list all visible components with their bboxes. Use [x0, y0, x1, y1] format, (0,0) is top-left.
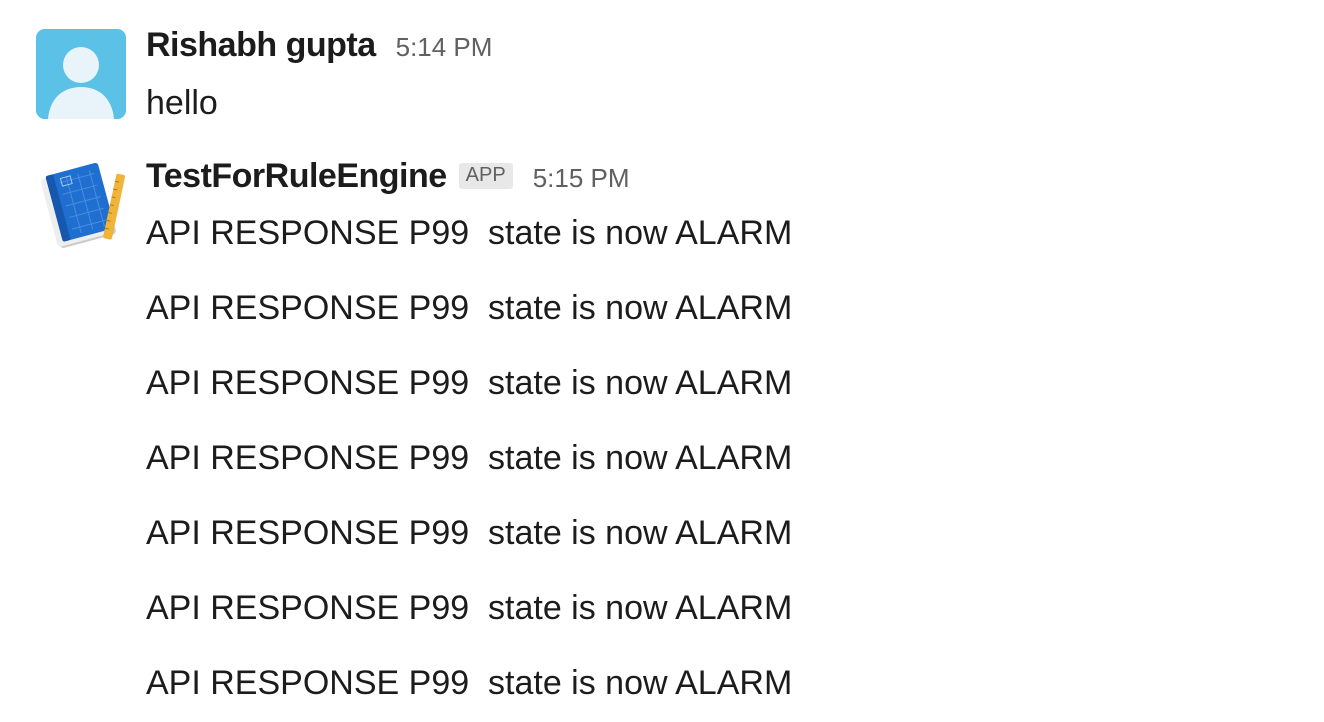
message-text: API RESPONSE P99 state is now ALARM: [146, 439, 793, 477]
blueprint-book-icon: [40, 162, 126, 248]
message-text: API RESPONSE P99 state is now ALARM: [146, 589, 793, 627]
app-badge: APP: [458, 163, 513, 189]
message-text: API RESPONSE P99 state is now ALARM: [146, 289, 793, 327]
message-text: API RESPONSE P99 state is now ALARM: [146, 514, 793, 552]
message-header: TestForRuleEngine APP 5:15 PM: [146, 157, 630, 196]
message-text: API RESPONSE P99 state is now ALARM: [146, 664, 793, 702]
message-timestamp[interactable]: 5:15 PM: [533, 163, 630, 194]
message-text: API RESPONSE P99 state is now ALARM: [146, 364, 793, 402]
app-avatar[interactable]: [36, 160, 126, 250]
message-group-app: TestForRuleEngine APP 5:15 PM API RESPON…: [0, 0, 1324, 722]
message-text: API RESPONSE P99 state is now ALARM: [146, 214, 793, 252]
sender-name[interactable]: TestForRuleEngine: [146, 157, 447, 196]
